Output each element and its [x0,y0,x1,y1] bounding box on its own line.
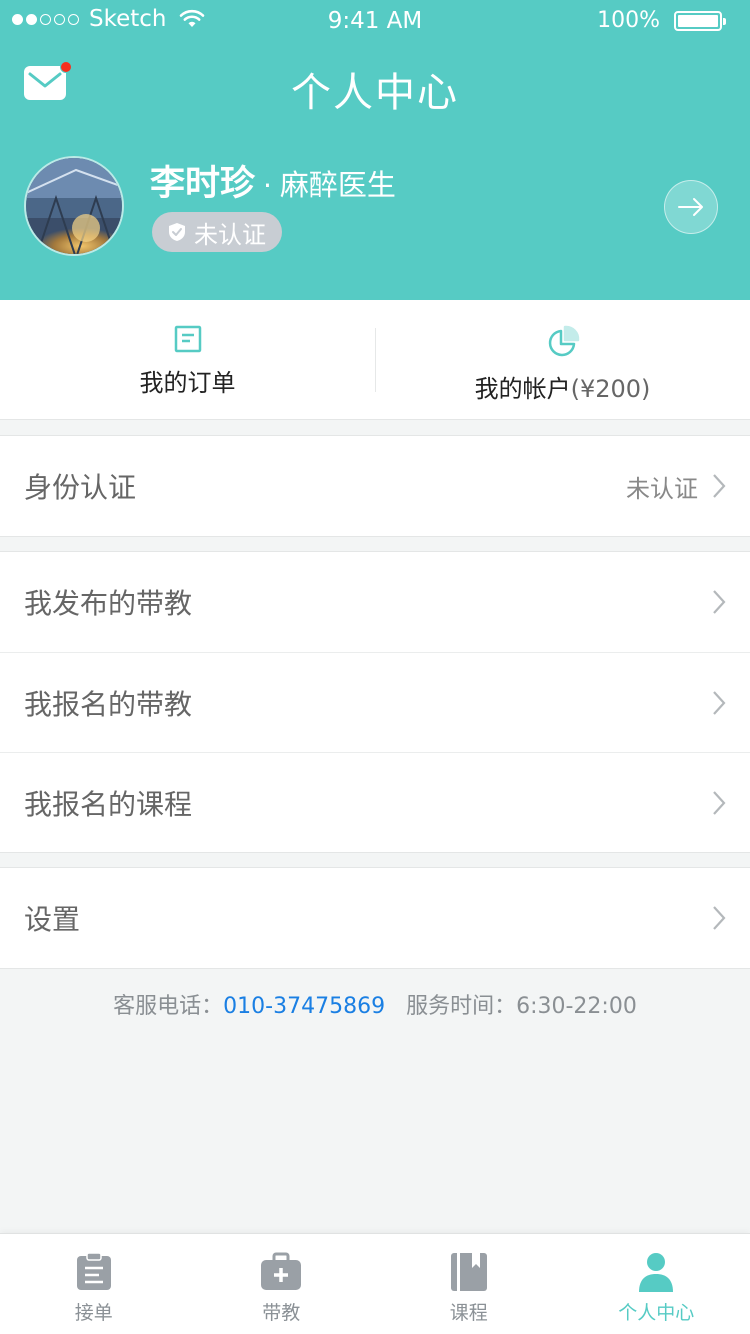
medkit-icon [261,1252,302,1290]
chevron-right-icon [713,790,726,815]
arrow-right-icon [678,198,703,216]
tab-profile[interactable]: 个人中心 [563,1234,750,1334]
bottom-tab-bar: 接单 带教 课程 个人中心 [0,1233,750,1334]
settings-group: 设置 [0,867,750,969]
tab-orders[interactable]: 接单 [0,1234,188,1334]
user-name: 李时珍 [150,164,256,204]
verify-status-badge[interactable]: 未认证 [152,212,282,252]
my-registered-teaching-label: 我报名的带教 [24,687,193,721]
service-hours: 6:30-22:00 [516,994,637,1019]
book-icon [450,1253,487,1291]
chevron-right-icon [713,690,726,715]
battery-percent: 100% [597,8,660,33]
settings-row[interactable]: 设置 [0,868,750,968]
chevron-right-icon [713,590,726,614]
quick-links-panel: 我的订单 我的帐户(¥200) [0,300,750,420]
order-icon [174,325,201,353]
identity-label: 身份认证 [24,471,137,504]
tab-teaching-label: 带教 [262,1302,301,1324]
tab-courses[interactable]: 课程 [375,1234,563,1334]
user-name-row: 李时珍 · 麻醉医生 [150,155,396,206]
clipboard-icon [76,1252,111,1290]
customer-service-info: 客服电话：010-37475869 服务时间：6:30-22:00 [0,988,750,1020]
user-icon [639,1253,674,1292]
status-bar: Sketch 9:41 AM 100% [0,0,750,40]
my-account-button[interactable]: 我的帐户(¥200) [375,300,750,419]
identity-row[interactable]: 身份认证 未认证 [0,436,750,536]
chevron-right-icon [713,906,726,930]
name-separator: · [263,169,272,202]
shield-check-icon [169,223,185,241]
identity-status: 未认证 [626,474,698,503]
user-role: 麻醉医生 [279,168,396,202]
service-hours-label: 服务时间： [406,994,517,1019]
service-phone-label: 客服电话： [113,994,224,1019]
my-published-teaching-row[interactable]: 我发布的带教 [0,552,750,652]
identity-group: 身份认证 未认证 [0,435,750,537]
my-registered-courses-row[interactable]: 我报名的课程 [0,752,750,852]
profile-detail-button[interactable] [664,180,718,234]
tab-profile-label: 个人中心 [618,1302,695,1324]
avatar-image [26,158,122,254]
settings-label: 设置 [24,903,81,936]
my-account-label: 我的帐户(¥200) [475,369,651,404]
verify-status-text: 未认证 [194,220,266,249]
my-account-text: 我的帐户 [474,375,571,403]
profile-header: Sketch 9:41 AM 100% 个人中心 李时珍 · 麻醉医生 未认证 [0,0,750,300]
quick-divider [375,328,376,392]
tab-teaching[interactable]: 带教 [188,1234,376,1334]
page-title: 个人中心 [291,70,459,116]
account-balance: (¥200) [570,375,651,403]
my-registered-courses-label: 我报名的课程 [24,787,193,821]
my-orders-button[interactable]: 我的订单 [0,300,375,419]
my-registered-teaching-row[interactable]: 我报名的带教 [0,652,750,752]
battery-icon [674,10,726,31]
tab-orders-label: 接单 [74,1302,113,1324]
service-phone-link[interactable]: 010-37475869 [223,994,385,1019]
tab-courses-label: 课程 [449,1302,488,1324]
chevron-right-icon [713,474,726,498]
my-published-teaching-label: 我发布的带教 [24,587,193,620]
teaching-group: 我发布的带教 我报名的带教 我报名的课程 [0,551,750,853]
pie-chart-icon [548,325,579,357]
avatar[interactable] [24,156,124,256]
my-orders-label: 我的订单 [139,369,236,397]
status-right: 100% [597,8,726,33]
